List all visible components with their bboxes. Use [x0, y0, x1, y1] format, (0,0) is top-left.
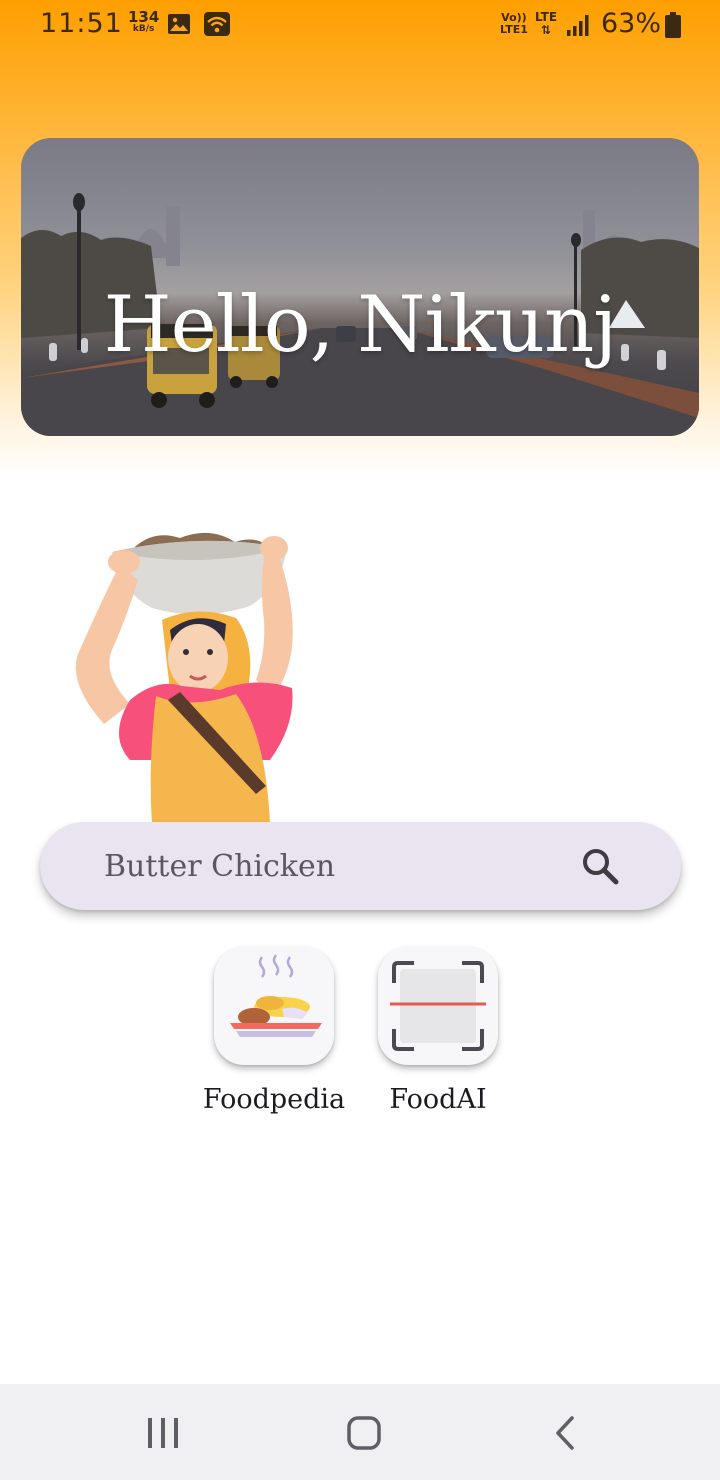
volte-indicator: Vo)) LTE1: [500, 12, 528, 36]
greeting-title: Hello, Nikunj: [103, 280, 618, 370]
search-icon[interactable]: [580, 846, 620, 886]
foodpedia-label[interactable]: Foodpedia: [189, 1084, 359, 1115]
signal-icon: [567, 15, 589, 36]
scan-frame-icon: [390, 961, 486, 1051]
back-button[interactable]: [506, 1384, 626, 1480]
greeting-banner: Hello, Nikunj: [21, 138, 699, 436]
status-time: 11:51: [40, 8, 123, 39]
status-bar: 11:51 134 kB/s Vo)) LTE1 LTE ⇅ 63%: [0, 0, 720, 50]
network-speed: 134 kB/s: [128, 10, 159, 35]
recents-icon: [148, 1418, 178, 1448]
battery-percent: 63%: [601, 8, 662, 39]
recents-button[interactable]: [103, 1384, 223, 1480]
foodai-label[interactable]: FoodAI: [353, 1084, 523, 1115]
image-icon: [168, 14, 190, 34]
home-icon: [347, 1416, 381, 1450]
volte-line-2: LTE1: [500, 23, 528, 36]
system-nav-bar: [0, 1384, 720, 1480]
home-button[interactable]: [304, 1384, 424, 1480]
woman-carrying-basket-illustration: [75, 532, 293, 824]
foodpedia-button[interactable]: [214, 947, 334, 1065]
battery-icon: [665, 12, 681, 38]
data-arrows-icon: ⇅: [540, 23, 552, 37]
lte-indicator: LTE ⇅: [535, 11, 557, 37]
back-icon: [556, 1416, 574, 1450]
search-input[interactable]: [104, 844, 564, 888]
food-plate-icon: [230, 954, 322, 1037]
wifi-icon: [204, 12, 230, 36]
foodai-button[interactable]: [378, 947, 498, 1065]
